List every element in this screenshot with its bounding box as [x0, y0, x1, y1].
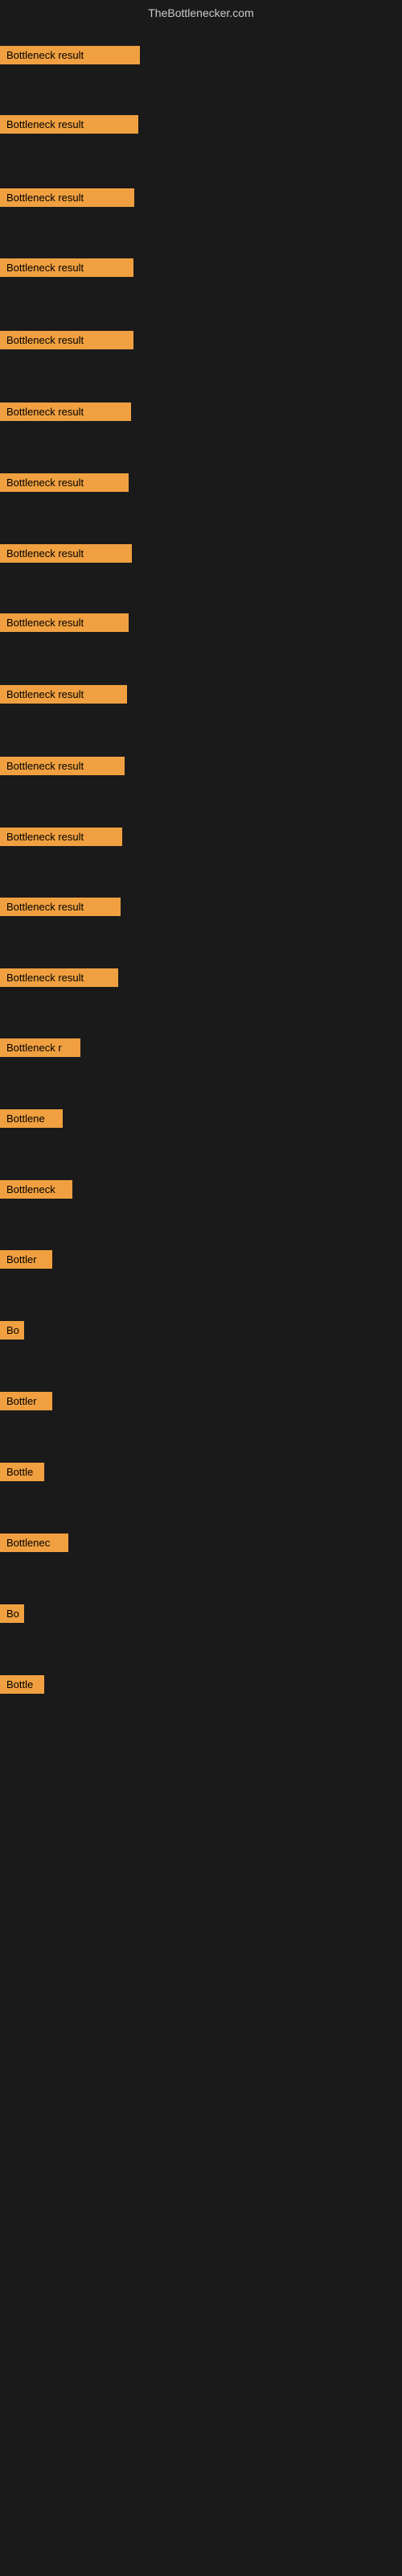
bottleneck-result-item[interactable]: Bottle	[0, 1675, 44, 1694]
bottleneck-result-item[interactable]: Bottleneck result	[0, 331, 133, 349]
bottleneck-result-item[interactable]: Bottleneck result	[0, 473, 129, 492]
bottleneck-result-item[interactable]: Bottler	[0, 1250, 52, 1269]
bottleneck-result-item[interactable]: Bottleneck result	[0, 544, 132, 563]
bottleneck-result-item[interactable]: Bottleneck	[0, 1180, 72, 1199]
bottleneck-result-item[interactable]: Bottleneck result	[0, 402, 131, 421]
bottleneck-result-item[interactable]: Bottlenec	[0, 1534, 68, 1552]
bottleneck-result-item[interactable]: Bottlene	[0, 1109, 63, 1128]
bottleneck-result-item[interactable]: Bottleneck result	[0, 613, 129, 632]
bottleneck-result-item[interactable]: Bottleneck result	[0, 898, 121, 916]
bottleneck-result-item[interactable]: Bottleneck r	[0, 1038, 80, 1057]
bottleneck-result-item[interactable]: Bottleneck result	[0, 258, 133, 277]
bottleneck-result-item[interactable]: Bottler	[0, 1392, 52, 1410]
bottleneck-result-item[interactable]: Bottleneck result	[0, 828, 122, 846]
bottleneck-result-item[interactable]: Bottleneck result	[0, 685, 127, 704]
site-title: TheBottlenecker.com	[0, 0, 402, 23]
bottleneck-result-item[interactable]: Bottleneck result	[0, 46, 140, 64]
bottleneck-result-item[interactable]: Bo	[0, 1604, 24, 1623]
bottleneck-result-item[interactable]: Bottle	[0, 1463, 44, 1481]
bottleneck-result-item[interactable]: Bo	[0, 1321, 24, 1340]
bottleneck-result-item[interactable]: Bottleneck result	[0, 115, 138, 134]
bottleneck-result-item[interactable]: Bottleneck result	[0, 188, 134, 207]
bottleneck-result-item[interactable]: Bottleneck result	[0, 757, 125, 775]
bottleneck-result-item[interactable]: Bottleneck result	[0, 968, 118, 987]
